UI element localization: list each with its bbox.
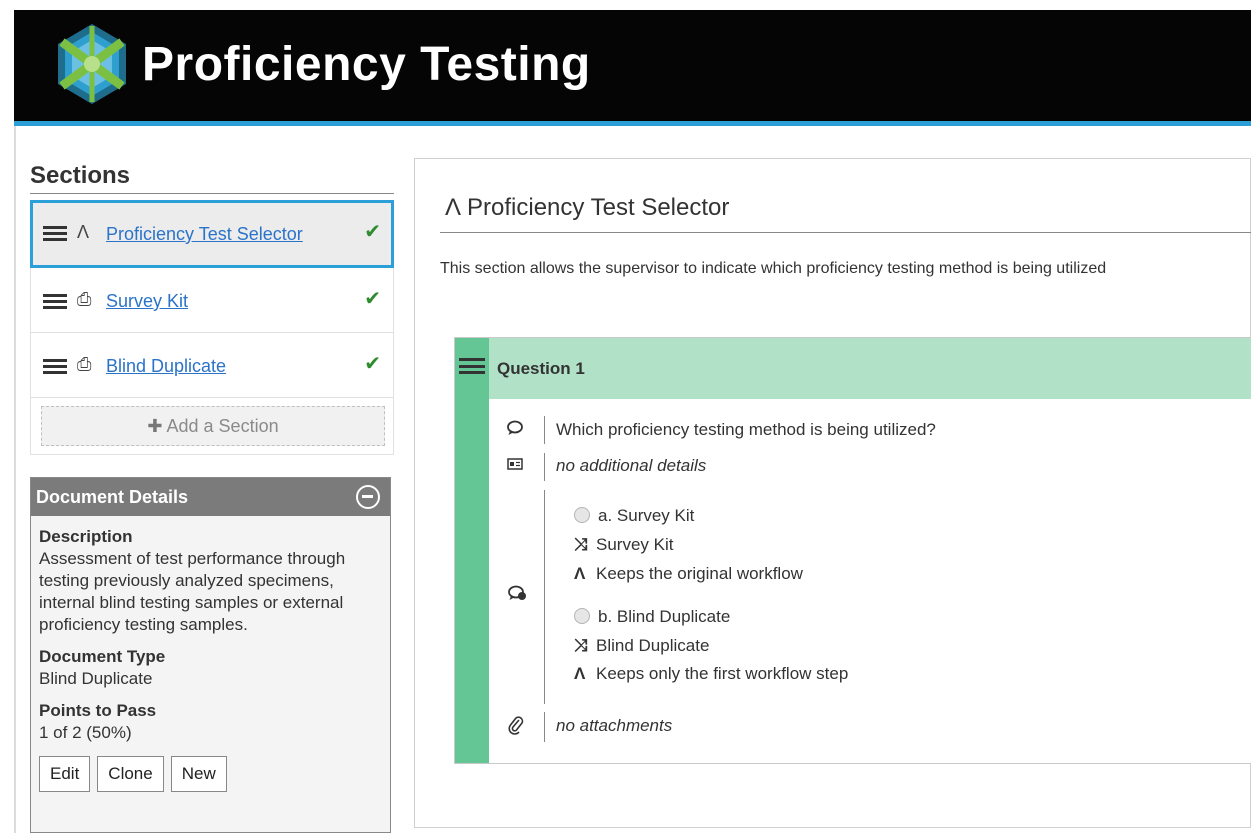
shuffle-icon: ⤨ — [574, 535, 588, 554]
checkmark-icon: ✔ — [364, 353, 381, 375]
points-to-pass-label: Points to Pass — [39, 701, 157, 720]
option-label: b. Blind Duplicate — [598, 607, 731, 626]
option-workflow-text: Keeps only the first workflow step — [596, 664, 849, 683]
section-title-text: Proficiency Test Selector — [467, 194, 730, 221]
radio-button[interactable] — [574, 608, 590, 624]
new-button[interactable]: New — [170, 756, 227, 792]
option-route: ⤨ Survey Kit — [574, 534, 673, 556]
branch-icon: Λ — [445, 194, 462, 221]
add-section-label: Add a Section — [166, 416, 279, 436]
branch-icon: Λ — [77, 222, 90, 242]
description-value: Assessment of test performance through t… — [39, 549, 346, 634]
row-divider — [544, 712, 545, 742]
document-details-panel: Document Details Description Assessment … — [30, 477, 391, 833]
branch-icon: Λ — [574, 564, 586, 583]
option-workflow: Λ Keeps the original workflow — [574, 563, 803, 585]
question-header — [489, 338, 1251, 399]
section-item-blind-duplicate[interactable]: ⎙ Blind Duplicate ✔ — [30, 333, 394, 398]
frame-border — [14, 126, 16, 833]
document-details-body: Description Assessment of test performan… — [31, 516, 390, 802]
header-accent-rule — [14, 121, 1251, 126]
option-workflow-text: Keeps the original workflow — [596, 564, 803, 583]
question-text: Which proficiency testing method is bein… — [556, 420, 936, 439]
details-card-icon — [502, 457, 528, 477]
section-description: This section allows the supervisor to in… — [440, 260, 1107, 277]
drag-handle-icon[interactable] — [43, 226, 67, 241]
section-title: Λ Proficiency Test Selector — [445, 193, 729, 223]
row-divider — [544, 490, 545, 704]
document-type-value: Blind Duplicate — [39, 669, 153, 688]
points-to-pass-value: 1 of 2 (50%) — [39, 723, 132, 742]
question-details: no additional details — [556, 456, 707, 475]
collapse-icon[interactable] — [356, 485, 380, 509]
document-icon: ⎙ — [77, 289, 92, 309]
document-actions: Edit Clone New — [39, 756, 382, 792]
document-details-header: Document Details — [31, 478, 390, 516]
option-workflow: Λ Keeps only the first workflow step — [574, 663, 848, 685]
section-link[interactable]: Survey Kit — [106, 290, 188, 312]
option-route: ⤨ Blind Duplicate — [574, 635, 709, 657]
add-section-container: ✚ Add a Section — [30, 397, 394, 455]
section-title-divider — [440, 232, 1251, 233]
app-header: Proficiency Testing — [14, 10, 1251, 121]
option-label: a. Survey Kit — [598, 506, 695, 525]
question-attachments: no attachments — [556, 716, 673, 735]
drag-handle-icon[interactable] — [43, 359, 67, 374]
section-link[interactable]: Proficiency Test Selector — [106, 223, 303, 245]
radio-button[interactable] — [574, 507, 590, 523]
answer-option-a[interactable]: a. Survey Kit — [574, 505, 694, 527]
sections-divider — [30, 193, 394, 194]
top-strip — [0, 0, 1251, 10]
section-list: Λ Proficiency Test Selector ✔ ⎙ Survey K… — [30, 200, 394, 398]
shuffle-icon: ⤨ — [574, 636, 588, 655]
question-stripe — [455, 338, 489, 763]
option-route-text: Blind Duplicate — [596, 636, 710, 655]
edit-button[interactable]: Edit — [39, 756, 91, 792]
section-link[interactable]: Blind Duplicate — [106, 355, 226, 377]
row-divider — [544, 453, 545, 481]
document-type-label: Document Type — [39, 647, 166, 666]
answers-bubble-icon — [504, 584, 530, 608]
document-details-title: Document Details — [36, 487, 189, 507]
document-icon: ⎙ — [77, 354, 92, 374]
section-item-proficiency-test-selector[interactable]: Λ Proficiency Test Selector ✔ — [30, 200, 394, 268]
description-label: Description — [39, 527, 133, 546]
add-section-button[interactable]: ✚ Add a Section — [41, 406, 385, 446]
paperclip-icon — [503, 715, 529, 741]
question-title: Question 1 — [497, 359, 585, 378]
branch-icon: Λ — [574, 664, 586, 683]
answer-option-b[interactable]: b. Blind Duplicate — [574, 606, 730, 628]
row-divider — [544, 416, 545, 444]
app-title: Proficiency Testing — [142, 38, 591, 91]
section-item-survey-kit[interactable]: ⎙ Survey Kit ✔ — [30, 268, 394, 333]
clone-button[interactable]: Clone — [97, 756, 164, 792]
checkmark-icon: ✔ — [364, 288, 381, 310]
plus-icon: ✚ — [147, 416, 163, 436]
speech-bubble-icon — [502, 419, 528, 443]
question-drag-handle-icon[interactable] — [459, 358, 485, 374]
drag-handle-icon[interactable] — [43, 294, 67, 309]
checkmark-icon: ✔ — [364, 221, 381, 243]
app-logo — [58, 24, 126, 104]
sections-heading: Sections — [30, 162, 131, 189]
option-route-text: Survey Kit — [596, 535, 674, 554]
